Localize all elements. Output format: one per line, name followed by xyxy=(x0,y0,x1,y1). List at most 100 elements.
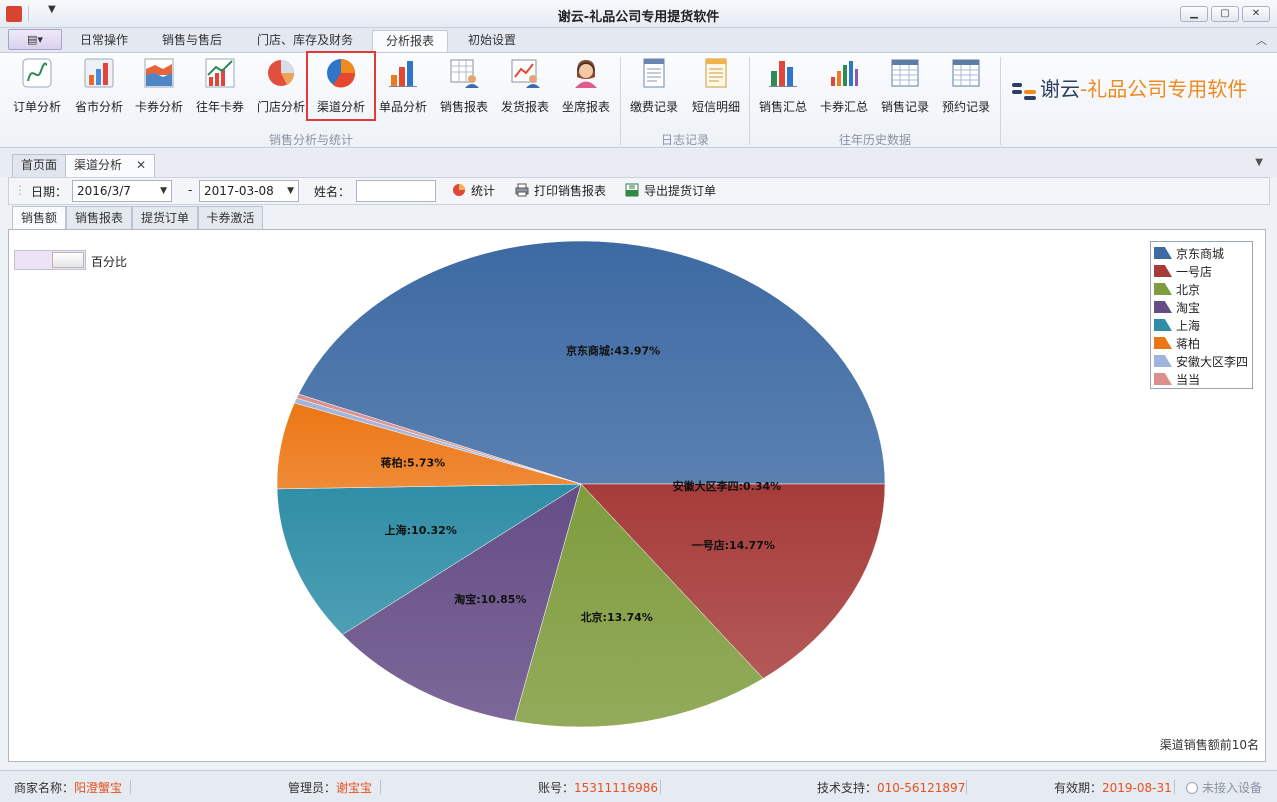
statistics-label: 统计 xyxy=(471,184,496,198)
booking-record-icon xyxy=(952,59,980,87)
sales-summary-icon xyxy=(769,61,797,87)
expiry-value: 2019-08-31 xyxy=(1102,781,1172,795)
date-to-picker[interactable]: 2017-03-08 ▼ xyxy=(199,180,299,202)
order-analysis-button[interactable]: 订单分析 xyxy=(8,57,66,117)
legend-item[interactable]: 安徽大区李四 xyxy=(1154,353,1252,371)
pie-slice-label-0: 京东商城:43.97% xyxy=(566,343,660,357)
device-radio-icon[interactable] xyxy=(1186,782,1198,794)
close-tab-icon[interactable]: ✕ xyxy=(136,158,146,172)
legend-label: 京东商城 xyxy=(1176,247,1225,261)
booking-record-button[interactable]: 预约记录 xyxy=(938,57,994,117)
pie-slice-label-3: 淘宝:10.85% xyxy=(454,592,526,606)
date-from-dropdown-icon[interactable]: ▼ xyxy=(160,181,167,201)
legend-item[interactable]: 北京 xyxy=(1154,281,1252,299)
store-analysis-button[interactable]: 门店分析 xyxy=(252,57,310,117)
admin-info: 管理员：谢宝宝 xyxy=(288,779,372,796)
date-to-value: 2017-03-08 xyxy=(204,184,274,198)
card-summary-button[interactable]: 卡券汇总 xyxy=(816,57,872,117)
shipping-report-button[interactable]: 发货报表 xyxy=(497,57,553,117)
past-year-card-button[interactable]: 往年卡券 xyxy=(191,57,249,117)
maximize-icon[interactable]: ▢ xyxy=(1211,6,1239,22)
date-from-value: 2016/3/7 xyxy=(77,184,131,198)
sales-record-label: 销售记录 xyxy=(880,100,929,114)
subtab-card-activation[interactable]: 卡券激活 xyxy=(198,206,263,230)
date-to-dropdown-icon[interactable]: ▼ xyxy=(287,181,294,201)
subtab-sales-amount[interactable]: 销售额 xyxy=(12,206,66,230)
date-from-picker[interactable]: 2016/3/7 ▼ xyxy=(72,180,172,202)
doc-tab-home[interactable]: 首页面 xyxy=(12,154,67,177)
device-status[interactable]: 未接入设备 xyxy=(1186,779,1262,796)
sub-tab-bar: 销售额 销售报表 提货订单 卡券激活 xyxy=(8,205,1270,230)
sales-record-icon xyxy=(891,59,919,87)
window-title: 谢云-礼品公司专用提货软件 xyxy=(557,10,720,25)
status-separator xyxy=(1174,780,1175,794)
sms-detail-button[interactable]: 短信明细 xyxy=(688,57,744,117)
legend-swatch xyxy=(1154,337,1172,349)
legend-label: 蒋柏 xyxy=(1176,337,1201,351)
tab-daily-ops[interactable]: 日常操作 xyxy=(70,30,138,52)
percent-toggle[interactable] xyxy=(14,250,86,270)
subtab-sales-report[interactable]: 销售报表 xyxy=(66,206,132,230)
agent-report-button[interactable]: 坐席报表 xyxy=(558,57,614,117)
item-analysis-button[interactable]: 单品分析 xyxy=(376,57,430,117)
tab-sales-aftersales[interactable]: 销售与售后 xyxy=(150,30,234,52)
brand-mark-icon xyxy=(1012,82,1036,100)
agent-report-label: 坐席报表 xyxy=(561,100,610,114)
legend-item[interactable]: 当当 xyxy=(1154,371,1252,389)
admin-label: 管理员： xyxy=(288,781,337,795)
legend-item[interactable]: 上海 xyxy=(1154,317,1252,335)
legend-swatch xyxy=(1154,301,1172,313)
tab-initial-settings[interactable]: 初始设置 xyxy=(456,30,528,52)
legend-item[interactable]: 蒋柏 xyxy=(1154,335,1252,353)
status-separator xyxy=(380,780,381,794)
legend-label: 当当 xyxy=(1176,373,1201,387)
ribbon-collapse-icon[interactable]: ︿ xyxy=(1256,32,1267,48)
chart-panel: 京东商城:43.97% 一号店:14.77% 北京:13.74% 淘宝:10.85% 上… xyxy=(8,229,1266,762)
name-label: 姓名： xyxy=(314,185,351,199)
percent-toggle-knob[interactable] xyxy=(52,252,84,268)
legend-label: 安徽大区李四 xyxy=(1176,355,1249,369)
tab-list-dropdown-icon[interactable]: ▼ xyxy=(1255,157,1263,168)
legend-label: 上海 xyxy=(1176,319,1201,333)
ribbon-group-separator xyxy=(1000,57,1001,145)
ribbon-tab-bar: ▤▾ 日常操作 销售与售后 门店、库存及财务 分析报表 初始设置 ︿ xyxy=(0,28,1277,52)
sales-record-button[interactable]: 销售记录 xyxy=(877,57,933,117)
legend-item[interactable]: 淘宝 xyxy=(1154,299,1252,317)
tab-store-inventory-finance[interactable]: 门店、库存及财务 xyxy=(246,30,364,52)
doc-tab-channel-analysis[interactable]: 渠道分析 ✕ xyxy=(65,154,156,177)
name-input[interactable] xyxy=(356,180,436,202)
statistics-button[interactable]: 统计 xyxy=(452,182,495,199)
sales-summary-button[interactable]: 销售汇总 xyxy=(755,57,811,117)
doc-tab-home-label: 首页面 xyxy=(21,158,58,172)
legend-swatch xyxy=(1154,247,1172,259)
card-analysis-button[interactable]: 卡券分析 xyxy=(130,57,188,117)
sales-report-button[interactable]: 销售报表 xyxy=(436,57,492,117)
merchant-label: 商家名称： xyxy=(14,781,75,795)
booking-record-label: 预约记录 xyxy=(941,100,990,114)
status-separator xyxy=(966,780,967,794)
ribbon-group-separator xyxy=(620,57,621,145)
fee-record-button[interactable]: 缴费记录 xyxy=(626,57,682,117)
channel-analysis-button[interactable]: 渠道分析 xyxy=(306,51,376,121)
legend-item[interactable]: 一号店 xyxy=(1154,263,1252,281)
document-tab-bar: 首页面 渠道分析 ✕ ▼ xyxy=(0,149,1277,177)
brand-slogan: -礼品公司专用软件 xyxy=(1080,77,1248,101)
export-orders-button[interactable]: 导出提货订单 xyxy=(625,182,716,199)
app-menu-button[interactable]: ▤▾ xyxy=(8,29,62,50)
province-analysis-button[interactable]: 省市分析 xyxy=(70,57,128,117)
minimize-icon[interactable]: ▁ xyxy=(1180,6,1208,22)
legend-item[interactable]: 京东商城 xyxy=(1154,245,1252,263)
support-value: 010-56121897 xyxy=(877,781,966,795)
legend-swatch xyxy=(1154,265,1172,277)
legend-label: 北京 xyxy=(1176,283,1201,297)
status-separator xyxy=(660,780,661,794)
fee-record-label: 缴费记录 xyxy=(629,100,678,114)
card-analysis-label: 卡券分析 xyxy=(134,100,183,114)
tab-analysis-reports[interactable]: 分析报表 xyxy=(372,30,448,52)
legend-swatch xyxy=(1154,355,1172,367)
trend-chart-icon xyxy=(205,58,235,88)
subtab-pickup-orders[interactable]: 提货订单 xyxy=(132,206,198,230)
print-sales-report-button[interactable]: 打印销售报表 xyxy=(515,182,606,199)
close-icon[interactable]: ✕ xyxy=(1242,6,1270,22)
group-label-sales-analysis: 销售分析与统计 xyxy=(268,133,353,147)
